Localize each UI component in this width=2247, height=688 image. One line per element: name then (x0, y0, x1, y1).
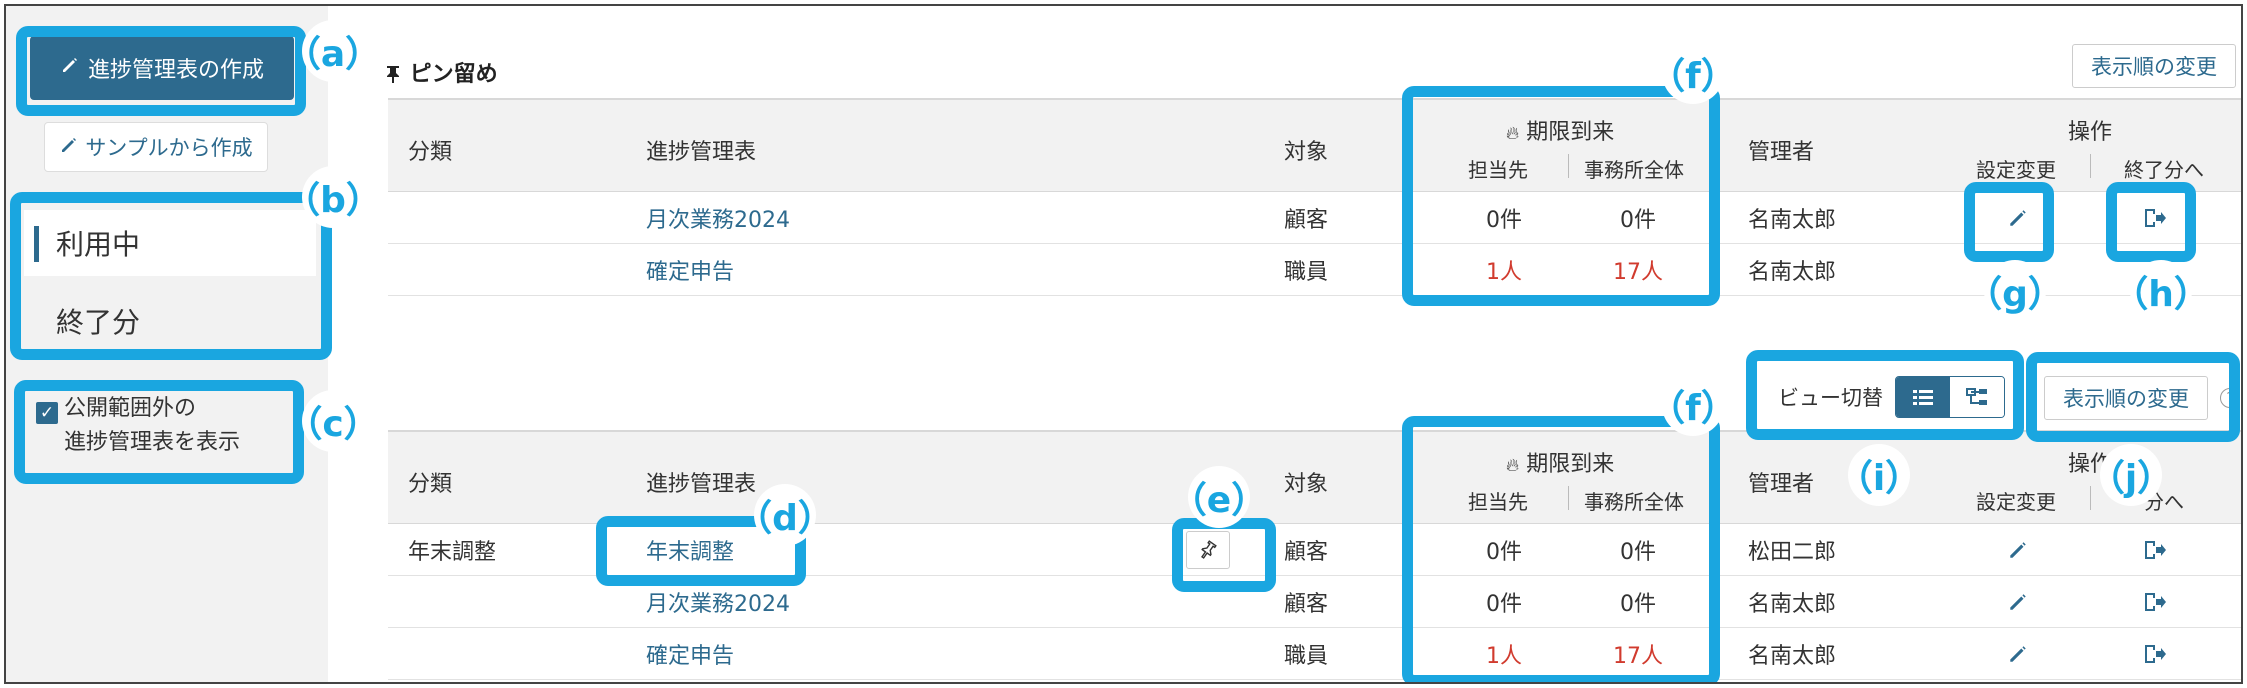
move-to-ended-icon[interactable] (2134, 634, 2174, 674)
callout-box-i (1746, 350, 2024, 440)
edit-icon[interactable] (1998, 582, 2038, 622)
pencil-icon (59, 135, 79, 160)
cell-target: 顧客 (1284, 208, 1329, 233)
callout-label-c: （c） (286, 390, 380, 452)
col-to-ended: 終了分へ (2124, 158, 2204, 182)
cell-target: 職員 (1284, 260, 1329, 285)
callout-box-e (1172, 518, 1276, 592)
pin-icon (384, 62, 410, 87)
table-link[interactable]: 確定申告 (646, 628, 734, 680)
col-settings: 設定変更 (1976, 158, 2056, 182)
cell-target: 顧客 (1284, 592, 1329, 617)
pinned-section-title: ピン留め (384, 56, 498, 88)
col-manager: 管理者 (1748, 140, 1815, 165)
cell-category: 年末調整 (408, 540, 497, 565)
callout-label-f-list: （f） (1649, 374, 1737, 436)
table-row: 確定申告 職員 1人 17人 名南太郎 (388, 628, 2241, 680)
create-from-sample-label: サンプルから作成 (85, 136, 253, 160)
callout-label-a: （a） (285, 20, 381, 82)
cell-manager: 松田二郎 (1748, 540, 1837, 565)
pinned-title-text: ピン留め (409, 62, 498, 87)
col-target: 対象 (1284, 472, 1329, 497)
callout-box-f-list (1402, 416, 1720, 682)
pinned-table-header: 分類 進捗管理表 対象 🔥︎ 期限到来 担当先 事務所全体 管理者 操作 設定変… (388, 98, 2241, 192)
col-target: 対象 (1284, 140, 1329, 165)
callout-box-j (2026, 352, 2240, 442)
callout-label-f-pinned: （f） (1649, 42, 1737, 104)
move-to-ended-icon[interactable] (2134, 582, 2174, 622)
callout-label-e: （e） (1171, 466, 1267, 528)
col-ops: 操作 (2068, 120, 2113, 145)
col-settings: 設定変更 (1976, 490, 2056, 514)
callout-label-d: （d） (736, 484, 834, 546)
cell-manager: 名南太郎 (1748, 592, 1837, 617)
table-link[interactable]: 確定申告 (646, 244, 734, 296)
callout-label-h: （h） (2112, 260, 2210, 322)
callout-box-a (16, 26, 306, 116)
list-table-header: 分類 進捗管理表 対象 🔥︎ 期限到来 担当先 事務所全体 管理者 操作 設定変… (388, 430, 2241, 524)
callout-label-i: （i） (1837, 444, 1921, 506)
create-from-sample-button[interactable]: サンプルから作成 (44, 122, 268, 172)
cell-manager: 名南太郎 (1748, 644, 1837, 669)
callout-box-f-pinned (1402, 86, 1720, 306)
cell-target: 職員 (1284, 644, 1329, 669)
edit-icon[interactable] (1998, 634, 2038, 674)
app-frame: 進捗管理表の作成 サンプルから作成 利用中 終了分 ✓ 公開範囲外の 進捗管理表を… (4, 4, 2243, 684)
cell-target: 顧客 (1284, 540, 1329, 565)
edit-icon[interactable] (1998, 530, 2038, 570)
callout-box-c (14, 380, 304, 484)
callout-label-b: （b） (284, 166, 382, 228)
col-table: 進捗管理表 (646, 140, 757, 165)
callout-label-j: （j） (2089, 444, 2173, 506)
col-category: 分類 (408, 140, 453, 165)
move-to-ended-icon[interactable] (2134, 530, 2174, 570)
col-manager: 管理者 (1748, 472, 1815, 497)
cell-manager: 名南太郎 (1748, 208, 1837, 233)
callout-label-g: （g） (1966, 260, 2064, 322)
header-divider (2090, 154, 2091, 178)
cell-manager: 名南太郎 (1748, 260, 1837, 285)
col-category: 分類 (408, 472, 453, 497)
callout-box-h (2106, 182, 2196, 262)
table-link[interactable]: 月次業務2024 (646, 192, 790, 244)
pinned-order-button[interactable]: 表示順の変更 (2072, 44, 2236, 88)
callout-box-g (1964, 182, 2054, 262)
